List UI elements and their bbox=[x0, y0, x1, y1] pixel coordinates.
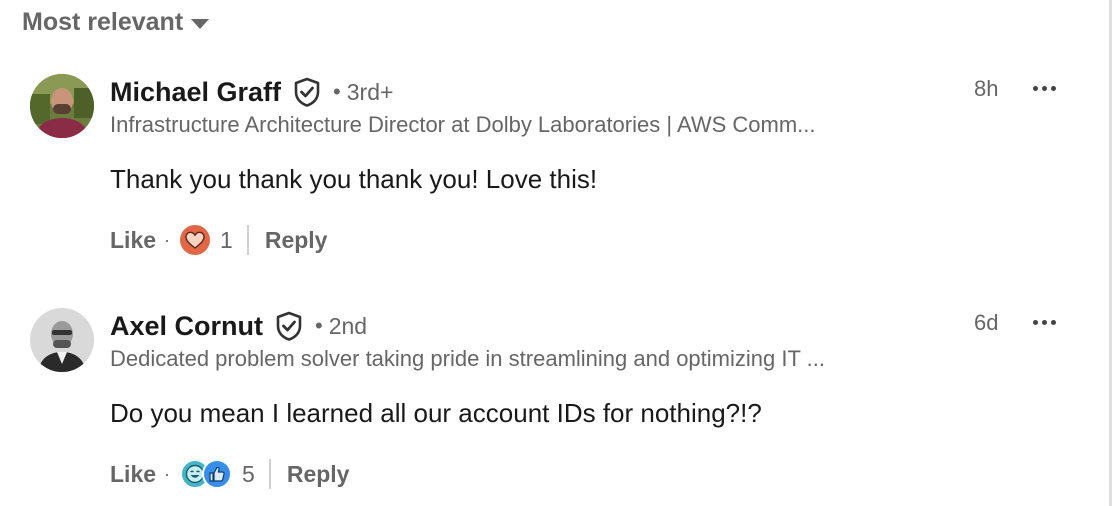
connection-degree: 3rd+ bbox=[346, 78, 394, 105]
separator-dot: • bbox=[315, 313, 323, 338]
verified-shield-icon bbox=[293, 77, 321, 107]
ellipsis-icon bbox=[1032, 319, 1056, 325]
avatar[interactable] bbox=[30, 308, 94, 372]
comment-text: Thank you thank you thank you! Love this… bbox=[110, 164, 598, 194]
separator-dot: • bbox=[333, 79, 341, 104]
avatar[interactable] bbox=[30, 74, 94, 138]
comment-actions: Like · 5 Reply bbox=[110, 456, 349, 492]
ellipsis-icon bbox=[1032, 85, 1056, 91]
verified-shield-icon bbox=[275, 311, 303, 341]
commenter-headline: Infrastructure Architecture Director at … bbox=[110, 112, 816, 137]
commenter-name[interactable]: Michael Graff bbox=[110, 77, 281, 108]
separator-dot: · bbox=[164, 463, 171, 484]
avatar-image bbox=[30, 74, 94, 138]
reaction-count: 5 bbox=[242, 460, 255, 487]
comment-item: Axel Cornut • 2nd Dedicated problem solv… bbox=[0, 234, 1112, 489]
comment-item: Michael Graff • 3rd+ Infrastructure Arch… bbox=[0, 0, 1112, 255]
commenter-headline: Dedicated problem solver taking pride in… bbox=[110, 346, 825, 371]
action-divider bbox=[268, 459, 271, 489]
more-options-button[interactable] bbox=[1026, 70, 1062, 106]
comment-time: 6d bbox=[974, 310, 999, 335]
comment-text: Do you mean I learned all our account ID… bbox=[110, 398, 762, 428]
name-row: Axel Cornut • 2nd bbox=[110, 306, 367, 346]
reactions-summary[interactable]: 5 bbox=[180, 459, 255, 489]
connection-degree: 2nd bbox=[328, 312, 368, 339]
name-row: Michael Graff • 3rd+ bbox=[110, 72, 393, 112]
commenter-name[interactable]: Axel Cornut bbox=[110, 311, 263, 342]
like-icon bbox=[202, 459, 233, 489]
reply-button[interactable]: Reply bbox=[287, 461, 350, 488]
avatar-image bbox=[30, 308, 94, 372]
like-button[interactable]: Like bbox=[110, 461, 156, 488]
more-options-button[interactable] bbox=[1026, 304, 1062, 340]
comment-time: 8h bbox=[974, 76, 999, 101]
